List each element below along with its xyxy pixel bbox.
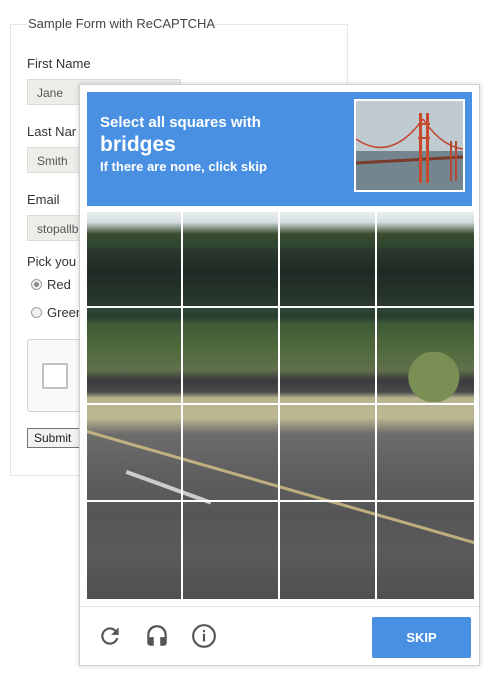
grid-tile-2-4[interactable] (377, 308, 474, 403)
prompt-target-object: bridges (100, 133, 176, 156)
first-name-label: First Name (27, 56, 91, 71)
grid-tile-2-2[interactable] (183, 308, 278, 403)
form-title: Sample Form with ReCAPTCHA (28, 16, 216, 31)
grid-tile-4-2[interactable] (183, 502, 278, 599)
radio-option-red[interactable]: Red (31, 277, 71, 292)
prompt-skip-hint: If there are none, click skip (100, 159, 267, 174)
recaptcha-checkbox[interactable] (42, 363, 68, 389)
grid-tile-4-3[interactable] (280, 502, 375, 599)
audio-icon[interactable] (144, 623, 170, 649)
grid-tile-4-1[interactable] (87, 502, 181, 599)
grid-tile-3-3[interactable] (280, 405, 375, 500)
grid-tile-4-4[interactable] (377, 502, 474, 599)
bridge-illustration (356, 101, 463, 190)
grid-tile-1-4[interactable] (377, 212, 474, 306)
grid-tile-1-3[interactable] (280, 212, 375, 306)
radio-button[interactable] (31, 279, 42, 290)
image-grid (87, 212, 474, 599)
skip-button[interactable]: SKIP (372, 617, 471, 658)
info-icon[interactable] (191, 623, 217, 649)
grid-tile-2-3[interactable] (280, 308, 375, 403)
reload-icon[interactable] (97, 623, 123, 649)
email-label: Email (27, 192, 60, 207)
challenge-prompt: Select all squares with bridges If there… (87, 92, 472, 206)
radio-option-green[interactable]: Greer (31, 305, 80, 320)
radio-label: Greer (47, 305, 81, 320)
sample-bridge-image (354, 99, 465, 192)
grid-tile-1-2[interactable] (183, 212, 278, 306)
grid-tile-3-2[interactable] (183, 405, 278, 500)
grid-tile-3-1[interactable] (87, 405, 181, 500)
challenge-footer: SKIP (80, 606, 479, 666)
last-name-label: Last Nar (27, 124, 77, 139)
radio-button[interactable] (31, 307, 42, 318)
grid-tile-3-4[interactable] (377, 405, 474, 500)
recaptcha-challenge-dialog: Select all squares with bridges If there… (79, 84, 480, 666)
prompt-instruction: Select all squares with (100, 114, 261, 131)
grid-tile-2-1[interactable] (87, 308, 181, 403)
pick-color-label: Pick you (27, 254, 77, 269)
grid-tile-1-1[interactable] (87, 212, 181, 306)
radio-label: Red (47, 277, 71, 292)
